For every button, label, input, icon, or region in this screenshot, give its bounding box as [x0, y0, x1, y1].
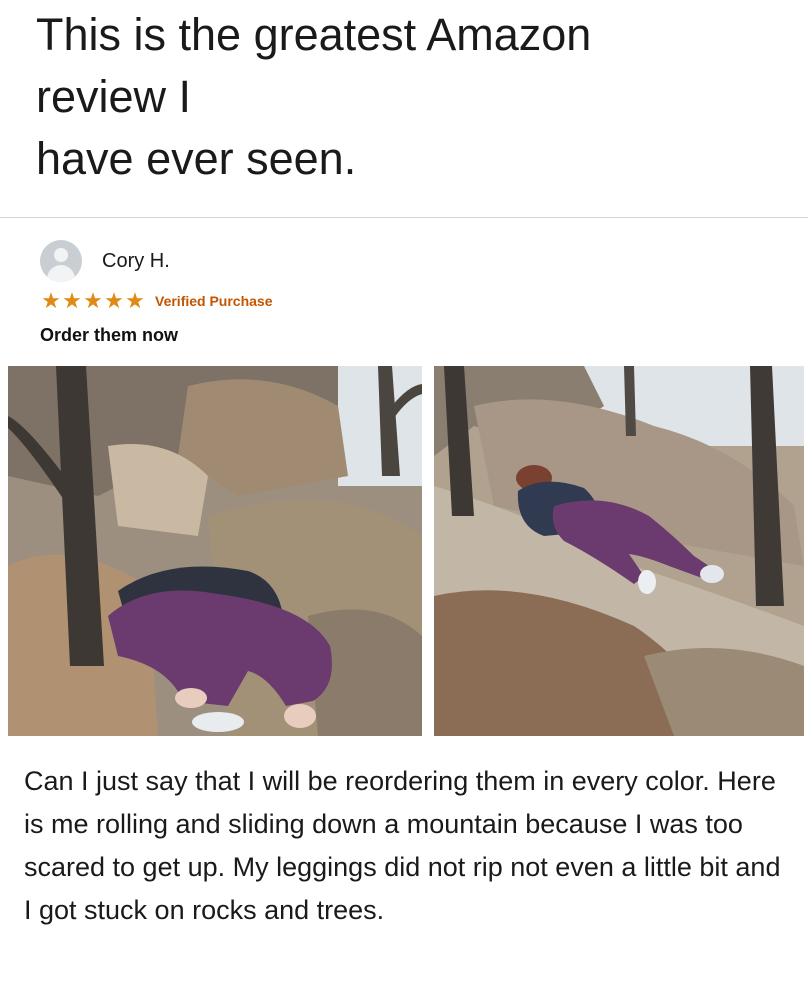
star-icon: ★	[104, 288, 124, 313]
review-title: Order them now	[40, 325, 179, 345]
review-body: Can I just say that I will be reordering…	[24, 766, 781, 925]
review-photo-right[interactable]	[434, 366, 804, 736]
headline: This is the greatest Amazon review I hav…	[36, 4, 776, 190]
review-photo-left[interactable]	[8, 366, 422, 736]
user-avatar-icon[interactable]	[40, 240, 82, 282]
star-rating[interactable]: ★ ★ ★ ★ ★	[40, 288, 145, 314]
reviewer-name[interactable]: Cory H.	[102, 250, 170, 273]
star-icon: ★	[125, 288, 145, 313]
verified-purchase-badge: Verified Purchase	[155, 293, 273, 309]
reviewer-profile[interactable]: Cory H.	[40, 240, 170, 282]
star-icon: ★	[41, 288, 61, 313]
rating-row: ★ ★ ★ ★ ★ Verified Purchase	[40, 288, 273, 314]
divider	[0, 217, 808, 218]
star-icon: ★	[62, 288, 82, 313]
photo-right-illustration	[434, 366, 804, 736]
headline-line-2: review I	[36, 71, 192, 122]
photo-left-illustration	[8, 366, 422, 736]
star-icon: ★	[83, 288, 103, 313]
headline-line-3: have ever seen.	[36, 133, 357, 184]
headline-line-1: This is the greatest Amazon	[36, 9, 592, 60]
